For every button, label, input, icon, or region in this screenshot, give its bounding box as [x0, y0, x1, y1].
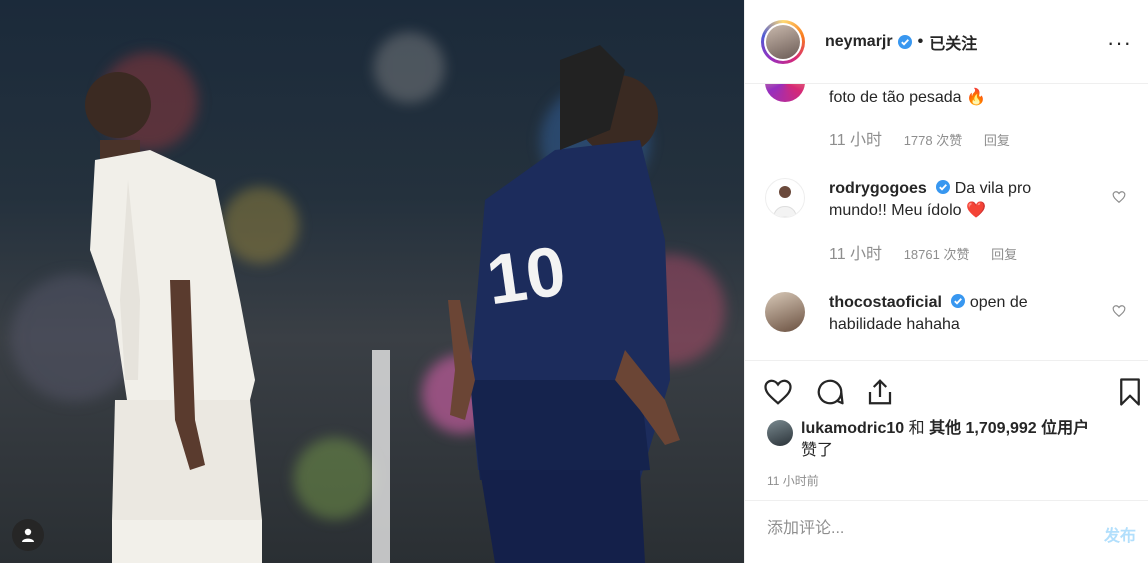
- post-header: neymarjr • 已关注 ···: [745, 0, 1148, 84]
- likes-others[interactable]: 其他 1,709,992 位用户: [929, 420, 1089, 437]
- likes-suffix: 赞了: [801, 442, 834, 459]
- comment-item: thocostaoficial open de habilidade hahah…: [761, 292, 1132, 360]
- likes-text: lukamodric10 和 其他 1,709,992 位用户 赞了: [801, 418, 1089, 462]
- post-timestamp[interactable]: 11 小时前: [767, 472, 819, 489]
- commenter-username[interactable]: thocostaoficial: [829, 294, 942, 311]
- comment-composer: 发布: [745, 500, 1148, 564]
- verified-badge-icon: [951, 294, 966, 308]
- comment-time[interactable]: 11 小时: [829, 246, 882, 263]
- comment-body: thocostaoficial open de habilidade hahah…: [829, 292, 1049, 336]
- post-details-panel: neymarjr • 已关注 ··· foto de tão pesada 🔥 …: [744, 0, 1148, 563]
- comment-text: foto de tão pesada 🔥: [829, 89, 986, 106]
- verified-badge-icon: [897, 34, 912, 49]
- commenter-avatar[interactable]: [765, 84, 805, 102]
- user-silhouette-icon: [22, 528, 34, 542]
- comments-list: foto de tão pesada 🔥 11 小时 1778 次赞 回复 ro…: [745, 84, 1148, 360]
- follow-status-button[interactable]: 已关注: [929, 30, 977, 54]
- more-options-icon[interactable]: ···: [1107, 30, 1132, 56]
- comment-likes[interactable]: 18761 次赞: [904, 247, 970, 262]
- commenter-avatar[interactable]: [765, 292, 805, 332]
- comment-likes[interactable]: 1778 次赞: [904, 133, 963, 148]
- heart-icon[interactable]: [763, 377, 793, 407]
- comment-body: rodrygogoes Da vila pro mundo!! Meu ídol…: [829, 178, 1049, 222]
- separator-dot: •: [917, 32, 924, 50]
- svg-text:10: 10: [482, 231, 570, 319]
- post-actions: [745, 360, 1148, 421]
- comment-input[interactable]: [765, 519, 1069, 539]
- post-comment-button[interactable]: 发布: [1098, 521, 1142, 547]
- comment-like-heart-icon[interactable]: [1112, 190, 1126, 204]
- comment-meta: 11 小时 18761 次赞 回复: [829, 240, 1035, 264]
- commenter-username[interactable]: rodrygogoes: [829, 180, 927, 197]
- liker-avatar[interactable]: [767, 420, 793, 446]
- verified-badge-icon: [936, 180, 951, 194]
- author-avatar[interactable]: [761, 19, 805, 64]
- comment-item: foto de tão pesada 🔥 11 小时 1778 次赞 回复: [761, 84, 1132, 168]
- post-photo[interactable]: 10: [0, 0, 744, 563]
- comment-like-heart-icon[interactable]: [1112, 304, 1126, 318]
- author-username[interactable]: neymarjr: [825, 33, 893, 51]
- tagged-people-button[interactable]: [12, 519, 44, 551]
- comment-item: rodrygogoes Da vila pro mundo!! Meu ídol…: [761, 178, 1132, 288]
- comment-time[interactable]: 11 小时: [829, 132, 882, 149]
- liker-username[interactable]: lukamodric10: [801, 420, 904, 437]
- reply-button[interactable]: 回复: [984, 133, 1010, 148]
- reply-button[interactable]: 回复: [991, 247, 1017, 262]
- bookmark-icon[interactable]: [1115, 377, 1145, 407]
- comment-meta: 11 小时 1778 次赞 回复: [829, 126, 1028, 150]
- photo-players: 10: [85, 45, 680, 563]
- share-icon[interactable]: [865, 377, 895, 407]
- commenter-avatar[interactable]: [765, 178, 805, 218]
- likes-and: 和: [908, 420, 925, 437]
- comment-icon[interactable]: [815, 377, 845, 407]
